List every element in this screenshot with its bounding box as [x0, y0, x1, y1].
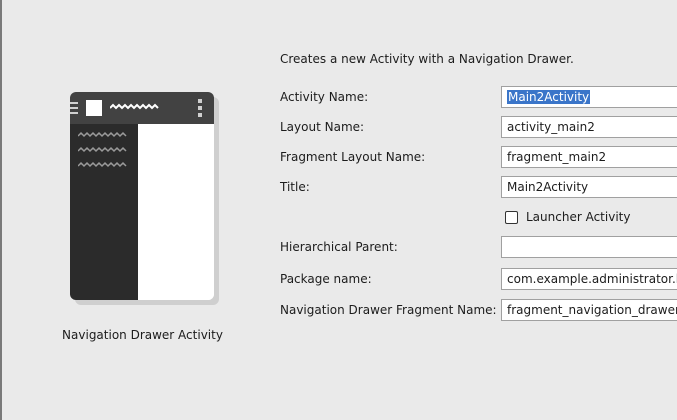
preview-drawer-item	[78, 146, 127, 153]
title-input[interactable]: Main2Activity	[501, 176, 677, 198]
launcher-activity-checkbox[interactable]	[505, 210, 518, 224]
preview-drawer-item	[78, 131, 127, 138]
package-name-label: Package name:	[280, 272, 372, 286]
activity-name-value: Main2Activity	[507, 90, 591, 104]
hierarchical-parent-label: Hierarchical Parent:	[280, 240, 398, 254]
activity-name-input[interactable]: Main2Activity	[501, 86, 677, 108]
overflow-menu-icon	[198, 99, 202, 117]
nav-drawer-fragment-name-label: Navigation Drawer Fragment Name:	[280, 303, 497, 317]
fragment-layout-name-input[interactable]: fragment_main2	[501, 146, 677, 168]
activity-name-label: Activity Name:	[280, 90, 369, 104]
window-left-border	[0, 0, 2, 420]
hierarchical-parent-input[interactable]	[501, 236, 677, 258]
preview-app-icon	[86, 100, 102, 116]
preview-drawer-item	[78, 161, 127, 168]
fragment-layout-name-label: Fragment Layout Name:	[280, 150, 426, 164]
preview-content-area	[138, 124, 214, 300]
preview-drawer	[70, 124, 138, 300]
template-description: Creates a new Activity with a Navigation…	[280, 52, 574, 66]
title-label: Title:	[280, 180, 310, 194]
launcher-activity-label[interactable]: Launcher Activity	[526, 210, 630, 224]
layout-name-label: Layout Name:	[280, 120, 365, 134]
preview-toolbar	[70, 92, 214, 124]
launcher-activity-checkbox-row[interactable]: Launcher Activity	[505, 209, 630, 225]
nav-drawer-fragment-name-input[interactable]: fragment_navigation_drawer	[501, 299, 677, 321]
preview-title-placeholder	[110, 103, 159, 110]
preview-caption: Navigation Drawer Activity	[62, 328, 223, 342]
package-name-input[interactable]: com.example.administrator.le	[501, 268, 677, 290]
hamburger-icon	[70, 102, 78, 114]
layout-name-input[interactable]: activity_main2	[501, 116, 677, 138]
navigation-drawer-preview	[70, 92, 214, 300]
